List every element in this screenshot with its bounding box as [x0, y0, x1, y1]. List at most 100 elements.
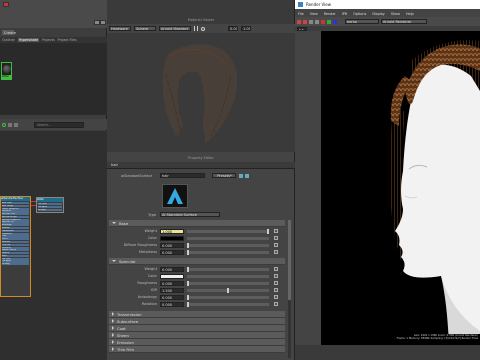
tab-project-files[interactable]: Project Files: [58, 38, 77, 42]
zoom-field[interactable]: 0.5: [297, 26, 307, 31]
camera-select[interactable]: persp: [345, 19, 379, 24]
map-button-icon[interactable]: [274, 281, 278, 285]
map-button-icon[interactable]: [274, 295, 278, 299]
exposure-field[interactable]: 0.00: [228, 26, 238, 31]
tab-hypershade[interactable]: Hypershade: [17, 38, 40, 42]
search-icon[interactable]: [2, 122, 6, 127]
pause-icon[interactable]: [194, 26, 198, 31]
attr-slider[interactable]: [187, 250, 269, 255]
attr-value-field[interactable]: 1.500: [160, 288, 184, 293]
refresh-icon[interactable]: [309, 19, 313, 24]
menu-options[interactable]: Options: [353, 12, 366, 16]
filter-icon[interactable]: [8, 122, 12, 127]
rgb-icon[interactable]: [321, 19, 325, 24]
focus-icon[interactable]: [239, 173, 243, 178]
attr-slider[interactable]: [187, 302, 269, 307]
rgb-icon[interactable]: [327, 19, 331, 24]
type-select[interactable]: AI Standard Surface: [160, 212, 220, 217]
slider-thumb[interactable]: [227, 288, 229, 293]
refresh-icon[interactable]: [201, 26, 205, 31]
map-button-icon[interactable]: [274, 250, 278, 254]
attr-slider[interactable]: [187, 288, 269, 293]
slider-thumb[interactable]: [187, 295, 189, 300]
map-button-icon[interactable]: [274, 236, 278, 240]
snapshot-icon[interactable]: [315, 19, 319, 24]
toolbar-icon-b[interactable]: [100, 20, 106, 25]
attr-value-field[interactable]: 0.000: [160, 243, 184, 248]
tab-hair[interactable]: hair: [111, 163, 118, 167]
node-attr-row[interactable]: Message: [38, 208, 62, 211]
map-button-icon[interactable]: [274, 288, 278, 292]
slider-thumb[interactable]: [187, 267, 189, 272]
attr-row-weight: Weight 1.000: [107, 228, 295, 235]
attr-slider[interactable]: [187, 295, 269, 300]
color-swatch[interactable]: [160, 274, 184, 279]
menu-render[interactable]: Render: [324, 12, 336, 16]
attr-slider[interactable]: [187, 243, 269, 248]
attr-slider[interactable]: [187, 267, 269, 272]
node-aihair[interactable]: aiHair Out Color Out Alpha Message: [36, 197, 64, 213]
menu-show[interactable]: Show: [391, 12, 400, 16]
attr-value-field[interactable]: 0.000: [160, 267, 184, 272]
section-transmission[interactable]: Transmission: [109, 311, 285, 318]
map-button-icon[interactable]: [274, 267, 278, 271]
section-specular[interactable]: Specular: [109, 258, 285, 265]
gamma-field[interactable]: 1.00: [241, 26, 251, 31]
options-icon[interactable]: [14, 122, 18, 127]
property-scrollbar[interactable]: [288, 220, 291, 358]
map-button-icon[interactable]: [274, 302, 278, 306]
node-aistandardsurface[interactable]: aiStandardSurface Base Color Base Weight D…: [0, 196, 31, 297]
collapse-icon: [112, 319, 114, 323]
map-button-icon[interactable]: [274, 229, 278, 233]
tab-outliner[interactable]: Outliner: [2, 38, 15, 42]
menu-file[interactable]: File: [298, 12, 304, 16]
ipr-icon[interactable]: [303, 19, 307, 24]
menu-display[interactable]: Display: [372, 12, 385, 16]
section-emission[interactable]: Emission: [109, 339, 285, 346]
tab-projects[interactable]: Projects: [42, 38, 55, 42]
map-button-icon[interactable]: [274, 243, 278, 247]
section-subsurface[interactable]: Subsurface: [109, 318, 285, 325]
slider-thumb[interactable]: [187, 281, 189, 286]
attr-value-field[interactable]: 0.000: [160, 250, 184, 255]
menu-ipr[interactable]: IPR: [342, 12, 347, 16]
attr-slider[interactable]: [187, 281, 269, 286]
specular-attributes: Weight 0.000 Color Roughness 0.000 IOR 1.500 An…: [107, 266, 295, 308]
section-coat[interactable]: Coat: [109, 325, 285, 332]
presets-button[interactable]: Presets*: [212, 173, 236, 178]
property-editor-title: Property Editor: [188, 156, 214, 160]
color-swatch[interactable]: [160, 236, 184, 241]
section-sheen[interactable]: Sheen: [109, 332, 285, 339]
slider-thumb[interactable]: [187, 250, 189, 255]
section-thin-film[interactable]: Thin Film: [109, 346, 285, 353]
env-menu[interactable]: Arnold Headset: [159, 26, 191, 31]
shape-menu[interactable]: Sphere: [134, 26, 156, 31]
scrollbar-thumb[interactable]: [288, 220, 291, 300]
slider-thumb[interactable]: [187, 302, 189, 307]
copy-icon[interactable]: [245, 173, 249, 178]
node-name-field[interactable]: hair: [160, 173, 205, 178]
attr-label: Color: [147, 274, 157, 278]
create-icon[interactable]: [3, 2, 9, 7]
attr-value-field[interactable]: 0.000: [160, 302, 184, 307]
attr-slider[interactable]: [187, 229, 269, 234]
map-button-icon[interactable]: [274, 274, 278, 278]
slider-thumb[interactable]: [267, 229, 269, 234]
material-swatch[interactable]: aiHair: [1, 62, 12, 80]
renderer-select[interactable]: Arnold Renderer: [381, 19, 427, 24]
color-slider[interactable]: [187, 237, 269, 240]
node-attr-row[interactable]: Message: [2, 263, 29, 266]
menu-help[interactable]: Help: [406, 12, 414, 16]
menu-view[interactable]: View: [310, 12, 318, 16]
slider-thumb[interactable]: [187, 243, 189, 248]
section-title: Specular: [119, 258, 136, 264]
color-slider[interactable]: [187, 275, 269, 278]
renderer-menu[interactable]: Hardware: [109, 26, 131, 31]
section-base[interactable]: Base: [109, 220, 285, 227]
rgb-icon[interactable]: [333, 19, 337, 24]
attr-value-field[interactable]: 1.000: [160, 229, 184, 234]
attr-value-field[interactable]: 0.000: [160, 281, 184, 286]
search-input[interactable]: Search...: [34, 121, 84, 128]
attr-value-field[interactable]: 0.000: [160, 295, 184, 300]
render-icon[interactable]: [297, 19, 301, 24]
